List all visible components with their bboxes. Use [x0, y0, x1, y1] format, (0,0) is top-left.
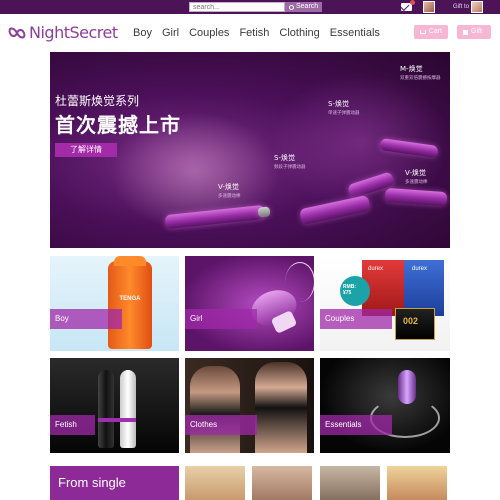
search-icon [289, 4, 294, 10]
tenga-cap [114, 256, 146, 266]
site-header: NightSecret Boy Girl Couples Fetish Clot… [0, 14, 500, 52]
model-left-image [190, 366, 240, 453]
tenga-logo-text: TENGA [119, 296, 141, 302]
user-avatar[interactable] [423, 1, 435, 13]
main-nav: Boy Girl Couples Fetish Clothing Essenti… [133, 26, 390, 40]
category-label-couples: Couples [320, 309, 392, 329]
site-logo[interactable]: NightSecret [7, 23, 118, 42]
product-desc: 单速子弹震动器 [328, 111, 360, 116]
search-button[interactable]: Search [285, 2, 323, 12]
price-badge-text: RMB: ¥75 [343, 284, 357, 296]
profile-photo-4[interactable] [387, 466, 447, 500]
category-tile-essentials[interactable]: Essentials [320, 358, 450, 453]
wand-white-image [120, 370, 136, 448]
category-label-girl: Girl [185, 309, 257, 329]
nav-item-couples[interactable]: Couples [189, 26, 229, 40]
category-tile-couples[interactable]: durex durex RMB: ¥75 002 Couples [320, 256, 450, 351]
from-single-banner[interactable]: From single [50, 466, 179, 500]
nav-item-essentials[interactable]: Essentials [330, 26, 380, 40]
top-bar: Search Gift to [0, 0, 500, 14]
gift-button-label: Gift [471, 28, 482, 35]
category-tile-fetish[interactable]: Fetish [50, 358, 179, 453]
gift-icon [463, 29, 468, 35]
banner-title: 首次震撼上市 [55, 113, 181, 137]
nav-item-boy[interactable]: Boy [133, 26, 152, 40]
mail-icon[interactable] [401, 0, 415, 11]
product-v-wand-cap [257, 206, 271, 218]
search-form: Search [189, 2, 323, 12]
category-tile-girl[interactable]: Girl [185, 256, 314, 351]
product-name: V-焕觉 [218, 183, 239, 191]
product-name: V-焕觉 [405, 169, 426, 177]
category-tile-boy[interactable]: TENGA Boy [50, 256, 179, 351]
product-name: S-焕觉 [274, 154, 295, 162]
cart-label: Cart [428, 28, 442, 35]
category-label-fetish: Fetish [50, 415, 95, 435]
search-button-label: Search [296, 3, 319, 10]
gift-recipient-avatar[interactable] [471, 1, 483, 13]
durex-text-1: durex [368, 266, 384, 272]
category-label-essentials: Essentials [320, 415, 392, 435]
category-label-clothes: Clothes [185, 415, 257, 435]
search-input[interactable] [189, 2, 285, 12]
profile-photo-3[interactable] [320, 466, 380, 500]
product-label-v2: V-焕觉 多速震动棒 [405, 169, 428, 187]
product-label-m: M-焕觉 双重双倍震撼按摩器 [400, 65, 441, 83]
profile-photo-2[interactable] [252, 466, 312, 500]
cord-line [285, 262, 314, 302]
nav-item-girl[interactable]: Girl [162, 26, 179, 40]
category-label-boy: Boy [50, 309, 122, 329]
product-desc: 多速震动棒 [218, 194, 241, 199]
product-label-s2: S-焕觉 频段子弹震动器 [274, 154, 306, 172]
cart-icon [420, 30, 426, 34]
product-desc: 频段子弹震动器 [274, 165, 306, 170]
ring-product-image [398, 370, 416, 404]
product-name: M-焕觉 [400, 65, 423, 73]
learn-more-button[interactable]: 了解详情 [55, 143, 117, 157]
notification-badge [410, 0, 415, 5]
profile-photo-1[interactable] [185, 466, 245, 500]
wand-purple-band [98, 418, 136, 422]
model-right-image [255, 362, 307, 453]
okamoto-text: 002 [403, 316, 419, 326]
product-label-v1: V-焕觉 多速震动棒 [218, 183, 241, 201]
nav-item-clothing[interactable]: Clothing [279, 26, 319, 40]
product-label-s1: S-焕觉 单速子弹震动器 [328, 100, 360, 118]
product-name: S-焕觉 [328, 100, 349, 108]
gift-to-label: Gift to [453, 4, 470, 10]
product-desc: 双重双倍震撼按摩器 [400, 76, 441, 81]
wand-black-image [98, 370, 114, 448]
tenga-product-image [108, 261, 152, 349]
category-tile-clothes[interactable]: Clothes [185, 358, 314, 453]
hero-banner[interactable]: 杜蕾斯焕觉系列 首次震撼上市 了解详情 M-焕觉 双重双倍震撼按摩器 S-焕觉 … [50, 52, 450, 248]
product-desc: 多速震动棒 [405, 180, 428, 185]
logo-icon [7, 24, 27, 42]
logo-text: NightSecret [29, 23, 118, 42]
cart-button[interactable]: Cart [414, 25, 448, 39]
nav-item-fetish[interactable]: Fetish [239, 26, 269, 40]
banner-subtitle: 杜蕾斯焕觉系列 [55, 94, 140, 108]
durex-text-2: durex [412, 266, 428, 272]
gift-button[interactable]: Gift [457, 25, 491, 39]
